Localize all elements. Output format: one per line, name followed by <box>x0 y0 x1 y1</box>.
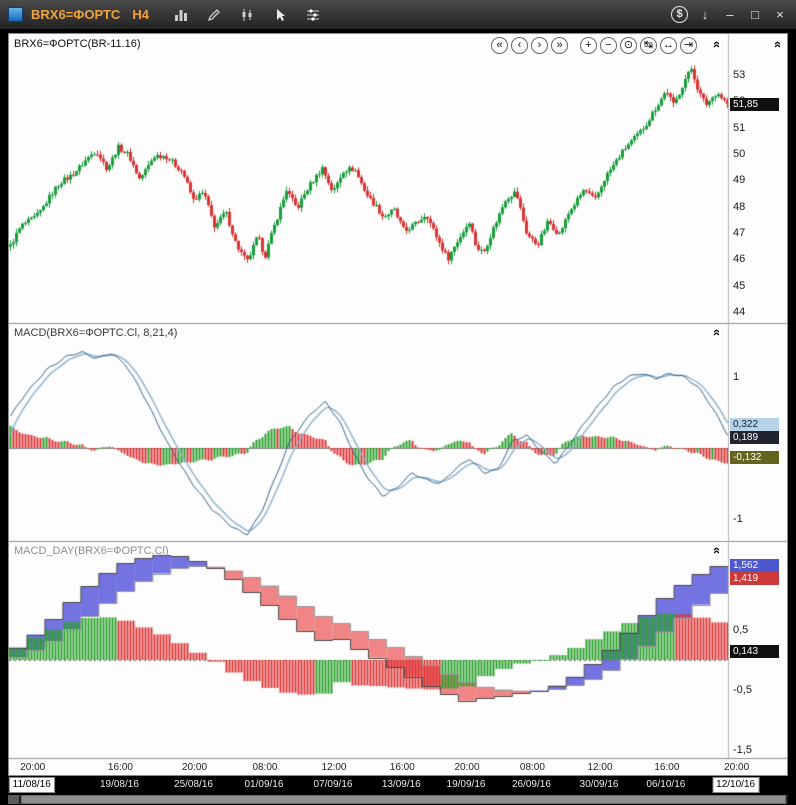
axis-tick-label: 51 <box>733 122 745 134</box>
date-label: 13/09/16 <box>382 779 421 790</box>
date-label: 19/08/16 <box>100 779 139 790</box>
app-window-icon <box>8 7 23 22</box>
price-panel-label: BRX6=ФОРТС(BR-11.16) <box>14 38 141 50</box>
chart-frame: BRX6=ФОРТС(BR-11.16) MACD(BRX6=ФОРТС.Cl,… <box>8 33 788 776</box>
axis-tick-label: 45 <box>733 280 745 292</box>
macd-line-value-box: 0,189 <box>730 431 779 444</box>
candlestick-icon[interactable] <box>237 5 257 25</box>
zoom-out-button[interactable]: − <box>600 37 617 54</box>
collapse-price-panel-icon[interactable]: » <box>709 37 722 52</box>
axis-tick-label: -0,5 <box>733 684 752 696</box>
go-to-end-button[interactable]: ⇥ <box>680 37 697 54</box>
time-label: 08:00 <box>520 762 545 773</box>
date-label: 25/08/16 <box>174 779 213 790</box>
collapse-axis-icon[interactable]: » <box>770 37 783 52</box>
minimize-icon[interactable]: – <box>722 6 738 23</box>
macd-day-histogram-value-box: 0,143 <box>730 645 779 658</box>
axis-tick-label: 44 <box>733 306 745 318</box>
axis-tick-label: -1,5 <box>733 744 752 756</box>
macd-panel-label: MACD(BRX6=ФОРТС.Cl, 8,21,4) <box>14 327 177 339</box>
close-icon[interactable]: × <box>772 6 788 23</box>
collapse-macd-day-panel-icon[interactable]: » <box>709 543 722 558</box>
collapse-macd-panel-icon[interactable]: » <box>709 325 722 340</box>
macd-signal-value-box: 0,322 <box>730 418 779 431</box>
time-label: 20:00 <box>454 762 479 773</box>
time-label: 16:00 <box>654 762 679 773</box>
time-label: 20:00 <box>182 762 207 773</box>
axis-tick-label: 50 <box>733 148 745 160</box>
volume-bars-icon[interactable] <box>171 5 191 25</box>
date-label: 19/09/16 <box>447 779 486 790</box>
timeframe-label: H4 <box>132 7 149 22</box>
time-label: 20:00 <box>20 762 45 773</box>
time-label: 08:00 <box>252 762 277 773</box>
macd-day-lower-value-box: 1,419 <box>730 572 779 585</box>
chart-canvas[interactable] <box>9 34 787 775</box>
date-label: 26/09/16 <box>512 779 551 790</box>
axis-tick-label: 53 <box>733 69 745 81</box>
axis-tick-label: 48 <box>733 201 745 213</box>
axis-tick-label: 46 <box>733 253 745 265</box>
date-label: 01/09/16 <box>244 779 283 790</box>
time-label: 16:00 <box>390 762 415 773</box>
titlebar-controls: $ ↓–□ × <box>671 6 788 23</box>
window-title: BRX6=ФОРТС <box>31 7 120 22</box>
scrollbar-left-button[interactable] <box>8 795 19 804</box>
macd-histogram-value-box: -0,132 <box>730 451 779 464</box>
time-label: 16:00 <box>108 762 133 773</box>
scroll-fast-right-button[interactable]: » <box>551 37 568 54</box>
time-label: 20:00 <box>724 762 749 773</box>
titlebar: BRX6=ФОРТС H4 $ ↓–□ × <box>0 0 796 30</box>
cursor-icon[interactable] <box>270 5 290 25</box>
axis-tick-label: 47 <box>733 227 745 239</box>
scroll-fast-left-button[interactable]: « <box>491 37 508 54</box>
axis-tick-label: 0,5 <box>733 624 748 636</box>
trading-terminal-window: BRX6=ФОРТС H4 $ ↓–□ × BRX6=ФОРТС(BR-11.16)… <box>0 0 796 805</box>
date-axis: 11/08/16 19/08/16 25/08/16 01/09/16 07/09/16… <box>8 777 788 794</box>
date-label: 06/10/16 <box>646 779 685 790</box>
macd-day-upper-value-box: 1,562 <box>730 559 779 572</box>
date-label: 30/09/16 <box>580 779 619 790</box>
chart-toolbar <box>171 5 323 25</box>
time-label: 12:00 <box>588 762 613 773</box>
maximize-icon[interactable]: □ <box>747 6 763 23</box>
expand-scale-button[interactable]: ↔ <box>660 37 677 54</box>
pencil-icon[interactable] <box>204 5 224 25</box>
date-label: 12/10/16 <box>712 777 759 793</box>
dollar-icon[interactable]: $ <box>671 6 688 23</box>
scroll-right-button[interactable]: › <box>531 37 548 54</box>
compress-scale-button[interactable]: ↹ <box>640 37 657 54</box>
macd-day-panel-label: MACD_DAY(BRX6=ФОРТС.Cl) <box>14 545 169 557</box>
indicator-levels-icon[interactable] <box>303 5 323 25</box>
download-icon[interactable]: ↓ <box>697 6 713 23</box>
axis-tick-label: 1 <box>733 371 739 383</box>
zoom-select-button[interactable]: ⊙ <box>620 37 637 54</box>
scrollbar-thumb[interactable] <box>21 795 786 804</box>
date-label: 11/08/16 <box>9 777 55 793</box>
last-price-box: 51,85 <box>730 98 779 111</box>
scroll-left-button[interactable]: ‹ <box>511 37 528 54</box>
date-label: 07/09/16 <box>314 779 353 790</box>
time-label: 12:00 <box>321 762 346 773</box>
axis-tick-label: 49 <box>733 174 745 186</box>
zoom-in-button[interactable]: + <box>580 37 597 54</box>
chart-nav-buttons: «‹›» +−⊙↹↔⇥ <box>491 37 697 54</box>
axis-tick-label: -1 <box>733 513 743 525</box>
horizontal-scrollbar[interactable] <box>8 795 788 804</box>
